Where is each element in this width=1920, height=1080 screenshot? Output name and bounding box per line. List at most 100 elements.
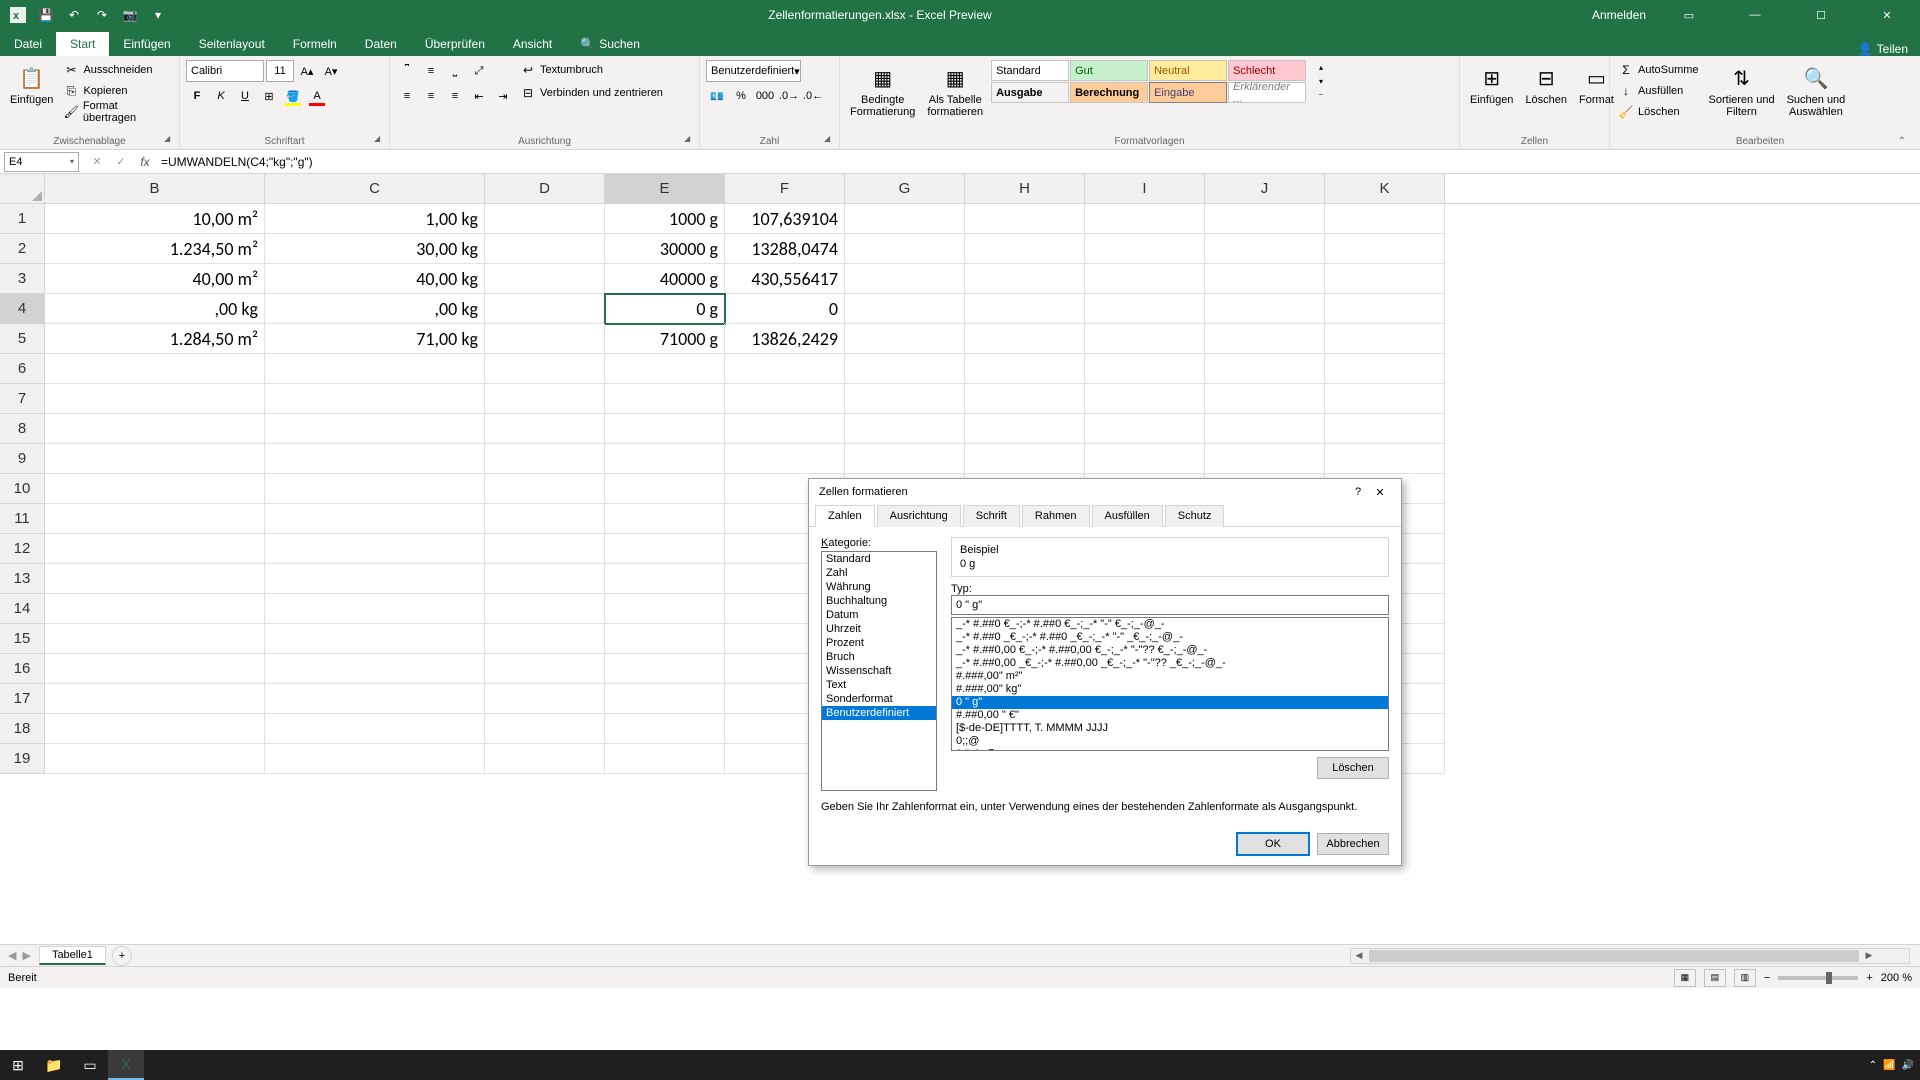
dialog-help-icon[interactable]: ? (1347, 486, 1369, 498)
cell[interactable] (1205, 444, 1325, 474)
cell[interactable] (45, 654, 265, 684)
dialog-tab[interactable]: Ausfüllen (1092, 505, 1163, 527)
cell[interactable] (45, 504, 265, 534)
cell[interactable]: 30,00 kg (265, 234, 485, 264)
cell[interactable] (1085, 384, 1205, 414)
border-icon[interactable]: ⊞ (258, 85, 280, 107)
formula-input[interactable]: =UMWANDELN(C4;"kg";"g") (155, 155, 1920, 169)
cell[interactable] (265, 504, 485, 534)
format-item[interactable]: _-* #.##0 _€_-;-* #.##0 _€_-;_-* "-" _€_… (952, 631, 1388, 644)
cell[interactable] (965, 294, 1085, 324)
select-all-corner[interactable] (0, 174, 45, 203)
share-button[interactable]: 👤 Teilen (1858, 42, 1908, 56)
fx-icon[interactable]: fx (135, 155, 155, 169)
font-name-select[interactable] (186, 60, 264, 82)
cell[interactable] (485, 654, 605, 684)
row-header[interactable]: 16 (0, 654, 45, 684)
cut-button[interactable]: ✂Ausschneiden (61, 60, 173, 80)
cell[interactable] (485, 414, 605, 444)
clear-button[interactable]: 🧹Löschen (1616, 102, 1701, 122)
tab-start[interactable]: Start (56, 32, 109, 56)
browser-icon[interactable]: ▭ (72, 1050, 108, 1080)
cell[interactable] (965, 234, 1085, 264)
dialog-tab[interactable]: Ausrichtung (877, 505, 961, 527)
cell[interactable] (485, 354, 605, 384)
cell[interactable]: 30000 g (605, 234, 725, 264)
zoom-out-icon[interactable]: − (1764, 972, 1770, 984)
cell[interactable] (605, 414, 725, 444)
horizontal-scrollbar[interactable]: ◀ ▶ (1350, 948, 1910, 964)
cell[interactable] (605, 654, 725, 684)
cell[interactable] (265, 354, 485, 384)
customize-qat-icon[interactable]: ▾ (148, 5, 168, 25)
zoom-in-icon[interactable]: + (1866, 972, 1872, 984)
cell[interactable] (845, 384, 965, 414)
cell[interactable]: 40000 g (605, 264, 725, 294)
start-button[interactable]: ⊞ (0, 1050, 36, 1080)
sort-filter-button[interactable]: ⇅Sortieren und Filtern (1705, 60, 1779, 120)
italic-icon[interactable]: K (210, 85, 232, 107)
cell[interactable] (265, 654, 485, 684)
cell[interactable]: 0 (725, 294, 845, 324)
cell[interactable] (485, 714, 605, 744)
category-item[interactable]: Standard (822, 552, 936, 566)
cell[interactable] (485, 444, 605, 474)
cell[interactable] (1325, 414, 1445, 444)
cell[interactable]: 13288,0474 (725, 234, 845, 264)
tab-file[interactable]: Datei (0, 32, 56, 56)
row-header[interactable]: 4 (0, 294, 45, 324)
cell[interactable] (845, 264, 965, 294)
cell[interactable] (965, 444, 1085, 474)
cell[interactable] (1085, 234, 1205, 264)
cell[interactable] (1325, 294, 1445, 324)
cell[interactable] (965, 354, 1085, 384)
row-header[interactable]: 13 (0, 564, 45, 594)
cell[interactable] (485, 594, 605, 624)
decrease-font-icon[interactable]: A▾ (320, 60, 342, 82)
cell[interactable] (605, 444, 725, 474)
category-item[interactable]: Zahl (822, 566, 936, 580)
cell[interactable] (265, 414, 485, 444)
format-as-table-button[interactable]: ▦ Als Tabelle formatieren (923, 60, 987, 120)
dialog-tab[interactable]: Schutz (1165, 505, 1225, 527)
cell[interactable] (965, 414, 1085, 444)
delete-cells-button[interactable]: ⊟Löschen (1521, 60, 1571, 108)
cell[interactable]: 1000 g (605, 204, 725, 234)
redo-icon[interactable]: ↷ (92, 5, 112, 25)
cell[interactable] (485, 204, 605, 234)
tray-chevron-icon[interactable]: ⌃ (1869, 1060, 1877, 1071)
category-item[interactable]: Wissenschaft (822, 664, 936, 678)
cell[interactable] (45, 534, 265, 564)
name-box[interactable]: E4 ▾ (4, 152, 79, 172)
cell[interactable] (965, 384, 1085, 414)
cell[interactable] (1205, 234, 1325, 264)
cell[interactable] (1205, 294, 1325, 324)
style-neutral[interactable]: Neutral (1149, 60, 1227, 81)
align-left-icon[interactable]: ≡ (396, 85, 418, 107)
cell[interactable]: 1,00 kg (265, 204, 485, 234)
cell[interactable] (485, 474, 605, 504)
ok-button[interactable]: OK (1237, 833, 1309, 855)
style-berechnung[interactable]: Berechnung (1070, 82, 1148, 103)
cell[interactable] (265, 384, 485, 414)
cell[interactable] (725, 444, 845, 474)
style-standard[interactable]: Standard (991, 60, 1069, 81)
orientation-icon[interactable]: ⤢ (468, 60, 490, 82)
cell[interactable]: 1.234,50 m² (45, 234, 265, 264)
cell[interactable]: 71000 g (605, 324, 725, 354)
tab-data[interactable]: Daten (351, 32, 411, 56)
row-header[interactable]: 6 (0, 354, 45, 384)
sheet-tab[interactable]: Tabelle1 (39, 946, 106, 965)
row-header[interactable]: 19 (0, 744, 45, 774)
font-color-icon[interactable]: A (306, 85, 328, 107)
cell[interactable] (265, 624, 485, 654)
format-item[interactable]: _-* #.##0,00 _€_-;-* #.##0,00 _€_-;_-* "… (952, 657, 1388, 670)
column-header[interactable]: E (605, 174, 725, 203)
cell[interactable] (845, 354, 965, 384)
column-header[interactable]: C (265, 174, 485, 203)
cell[interactable] (1085, 414, 1205, 444)
merge-button[interactable]: ⊟Verbinden und zentrieren (518, 83, 665, 103)
sheet-nav-prev-icon[interactable]: ◀ (8, 949, 16, 962)
cell[interactable] (45, 414, 265, 444)
scroll-right-icon[interactable]: ▶ (1861, 950, 1877, 961)
